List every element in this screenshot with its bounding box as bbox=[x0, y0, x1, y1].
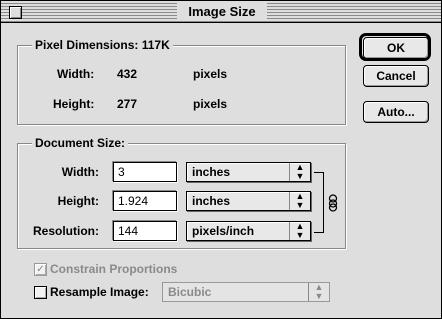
resample-image-checkbox[interactable] bbox=[34, 286, 47, 299]
resample-method-value: Bicubic bbox=[168, 285, 212, 299]
doc-height-label: Height: bbox=[57, 194, 99, 208]
doc-width-unit-value: inches bbox=[192, 165, 231, 179]
up-down-arrows-icon: ▲ ▼ bbox=[289, 192, 310, 210]
constrain-proportions-checkbox[interactable]: ✓ bbox=[34, 263, 47, 276]
resolution-unit-value: pixels/inch bbox=[192, 224, 255, 238]
pixel-width-value: 432 bbox=[117, 67, 138, 81]
doc-height-field[interactable]: 1.924 bbox=[113, 191, 177, 211]
title-bar[interactable]: Image Size bbox=[1, 1, 441, 23]
up-down-arrows-icon: ▲ ▼ bbox=[289, 163, 310, 181]
resolution-label: Resolution: bbox=[33, 224, 99, 238]
pixel-width-unit: pixels bbox=[193, 67, 228, 81]
pixel-dimensions-group bbox=[17, 45, 346, 125]
doc-height-unit-select[interactable]: inches ▲ ▼ bbox=[186, 191, 311, 211]
pixel-height-label: Height: bbox=[53, 97, 95, 111]
resample-image-label[interactable]: Resample Image: bbox=[50, 284, 149, 300]
up-down-arrows-icon: ▲ ▼ bbox=[289, 222, 310, 240]
pixel-dimensions-label: Pixel Dimensions: bbox=[35, 38, 139, 52]
cancel-button[interactable]: Cancel bbox=[363, 65, 429, 87]
constrain-bracket bbox=[314, 172, 324, 233]
close-box[interactable] bbox=[9, 6, 22, 19]
doc-width-field[interactable]: 3 bbox=[113, 162, 177, 182]
checkmark-icon: ✓ bbox=[36, 264, 45, 275]
constrain-proportions-label[interactable]: Constrain Proportions bbox=[50, 261, 177, 277]
auto-button[interactable]: Auto... bbox=[363, 101, 429, 123]
pixel-width-label: Width: bbox=[57, 67, 95, 81]
ok-button[interactable]: OK bbox=[363, 37, 429, 59]
resample-method-select[interactable]: Bicubic ▲ ▼ bbox=[162, 282, 330, 302]
image-size-dialog: Image Size Pixel Dimensions: 117K Width:… bbox=[0, 0, 442, 319]
pixel-height-unit: pixels bbox=[193, 97, 228, 111]
resolution-field[interactable]: 144 bbox=[113, 221, 177, 241]
window-title: Image Size bbox=[177, 3, 267, 20]
resolution-unit-select[interactable]: pixels/inch ▲ ▼ bbox=[186, 221, 311, 241]
document-size-title: Document Size: bbox=[32, 136, 129, 151]
up-down-arrows-icon: ▲ ▼ bbox=[308, 283, 329, 301]
pixel-dimensions-title: Pixel Dimensions: 117K bbox=[32, 38, 173, 53]
pixel-height-value: 277 bbox=[117, 97, 138, 111]
pixel-dimensions-size: 117K bbox=[141, 38, 170, 52]
doc-width-unit-select[interactable]: inches ▲ ▼ bbox=[186, 162, 311, 182]
chain-link-icon bbox=[328, 194, 338, 212]
doc-width-label: Width: bbox=[61, 165, 99, 179]
doc-height-unit-value: inches bbox=[192, 194, 231, 208]
